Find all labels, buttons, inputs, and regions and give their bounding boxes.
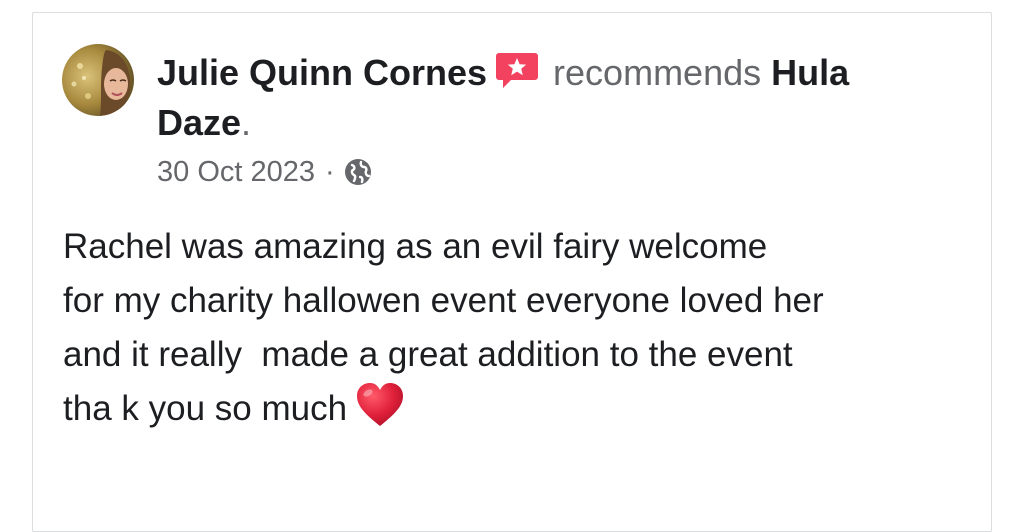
post-meta: 30 Oct 2023 · (157, 152, 373, 192)
red-heart-icon (355, 382, 405, 428)
author-name[interactable]: Julie Quinn Cornes (157, 52, 487, 93)
review-line-text: tha k you so much (63, 389, 348, 428)
avatar[interactable] (62, 44, 134, 116)
review-body: Rachel was amazing as an evil fairy welc… (63, 220, 983, 436)
recommend-star-bubble-icon (495, 51, 539, 91)
page-name-part-1[interactable]: Hula (771, 52, 849, 93)
globe-icon[interactable] (343, 157, 373, 187)
meta-separator: · (325, 156, 335, 188)
review-line: for my charity hallowen event everyone l… (63, 281, 824, 320)
recommends-text: recommends (553, 52, 762, 93)
avatar-image (62, 44, 134, 116)
page-name-part-2[interactable]: Daze (157, 102, 241, 143)
post-date[interactable]: 30 Oct 2023 (157, 152, 315, 192)
review-line: Rachel was amazing as an evil fairy welc… (63, 227, 768, 266)
review-line: and it really made a great addition to t… (63, 335, 793, 374)
end-period: . (241, 102, 252, 143)
post-header: Julie Quinn Cornes recommends Hula Daze. (157, 48, 957, 148)
review-line-last: tha k you so much (63, 382, 983, 436)
